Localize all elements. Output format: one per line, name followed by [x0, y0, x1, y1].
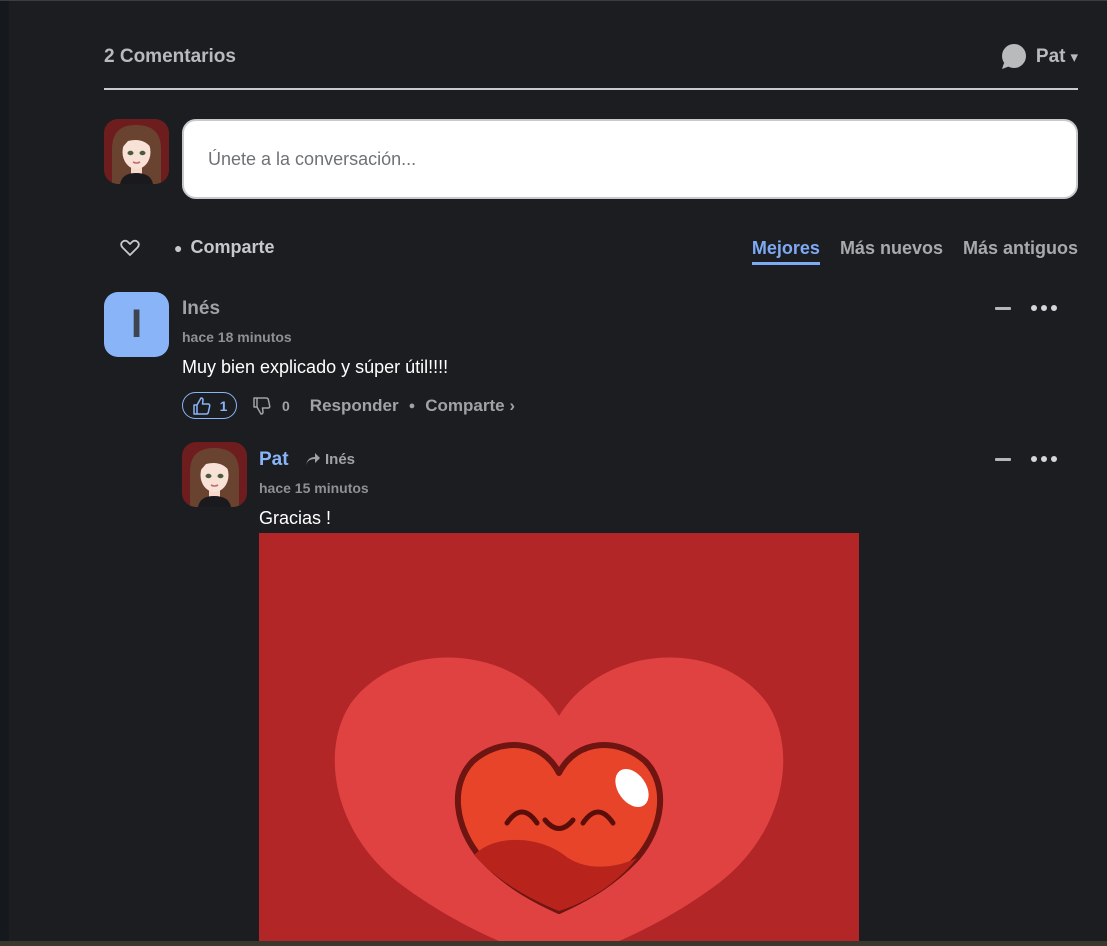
reply-button[interactable]: Responder	[310, 396, 399, 416]
comment-count: 2 Comentarios	[104, 46, 236, 67]
user-menu-name: Pat	[1035, 46, 1066, 67]
thumbs-up-icon	[192, 396, 211, 415]
share-label: Comparte	[190, 237, 275, 257]
upvote-button[interactable]: 1	[182, 392, 237, 419]
comment-actions: 1 0 Responder ● Comparte ›	[182, 392, 515, 419]
dot-icon	[1031, 456, 1037, 462]
reply-more-options-button[interactable]	[1031, 456, 1057, 462]
reply-author-avatar[interactable]	[182, 442, 247, 507]
commenter-avatar[interactable]: I	[104, 292, 169, 357]
share-button[interactable]: ● Comparte	[174, 237, 274, 258]
collapse-comment-button[interactable]	[995, 307, 1011, 310]
share-comment-button[interactable]: Comparte ›	[425, 396, 515, 416]
user-menu[interactable]: Pat ▾	[1001, 44, 1078, 70]
dot-icon	[1031, 305, 1037, 311]
comments-section: 2 Comentarios Pat ▾ ● Comparte	[0, 0, 1107, 946]
collapse-reply-button[interactable]	[995, 458, 1011, 461]
thumbs-down-icon	[253, 396, 271, 415]
comments-header: 2 Comentarios Pat ▾	[104, 40, 1078, 90]
reply-timestamp[interactable]: hace 15 minutos	[259, 480, 369, 496]
dot-icon	[1041, 305, 1047, 311]
comment-author[interactable]: Inés	[182, 298, 220, 320]
reply-to-name: Inés	[325, 451, 356, 468]
more-options-button[interactable]	[1031, 305, 1057, 311]
caret-down-icon: ▾	[1070, 49, 1078, 66]
current-user-avatar	[104, 119, 169, 184]
comment-input[interactable]	[182, 119, 1078, 199]
downvote-button[interactable]: 0	[252, 396, 290, 416]
favorite-heart-icon[interactable]	[119, 237, 141, 259]
sort-tab-oldest[interactable]: Más antiguos	[963, 238, 1078, 265]
top-divider	[0, 0, 1107, 1]
dot-icon	[1041, 456, 1047, 462]
downvote-count: 0	[282, 397, 290, 414]
comment-timestamp[interactable]: hace 18 minutos	[182, 329, 292, 345]
reply-arrow-icon	[306, 452, 320, 466]
bottom-edge	[0, 941, 1107, 946]
sort-tab-newest[interactable]: Más nuevos	[840, 238, 943, 265]
left-sidebar-edge	[0, 0, 9, 946]
sort-tab-best[interactable]: Mejores	[751, 238, 820, 265]
comment-text: Muy bien explicado y súper útil!!!!	[182, 357, 449, 377]
bullet-icon: ●	[174, 240, 183, 256]
dot-icon	[1051, 456, 1057, 462]
upvote-count: 1	[219, 397, 228, 414]
reply-text: Gracias !	[259, 508, 332, 528]
reply-to-link[interactable]: Inés	[305, 451, 355, 468]
sort-tabs: Mejores Más nuevos Más antiguos	[732, 238, 1078, 265]
reply-author[interactable]: Pat	[259, 449, 289, 471]
heart-gif-image[interactable]	[259, 533, 859, 946]
chat-bubble-icon	[1001, 44, 1026, 69]
dot-icon	[1051, 305, 1057, 311]
separator-dot: ●	[408, 399, 416, 412]
